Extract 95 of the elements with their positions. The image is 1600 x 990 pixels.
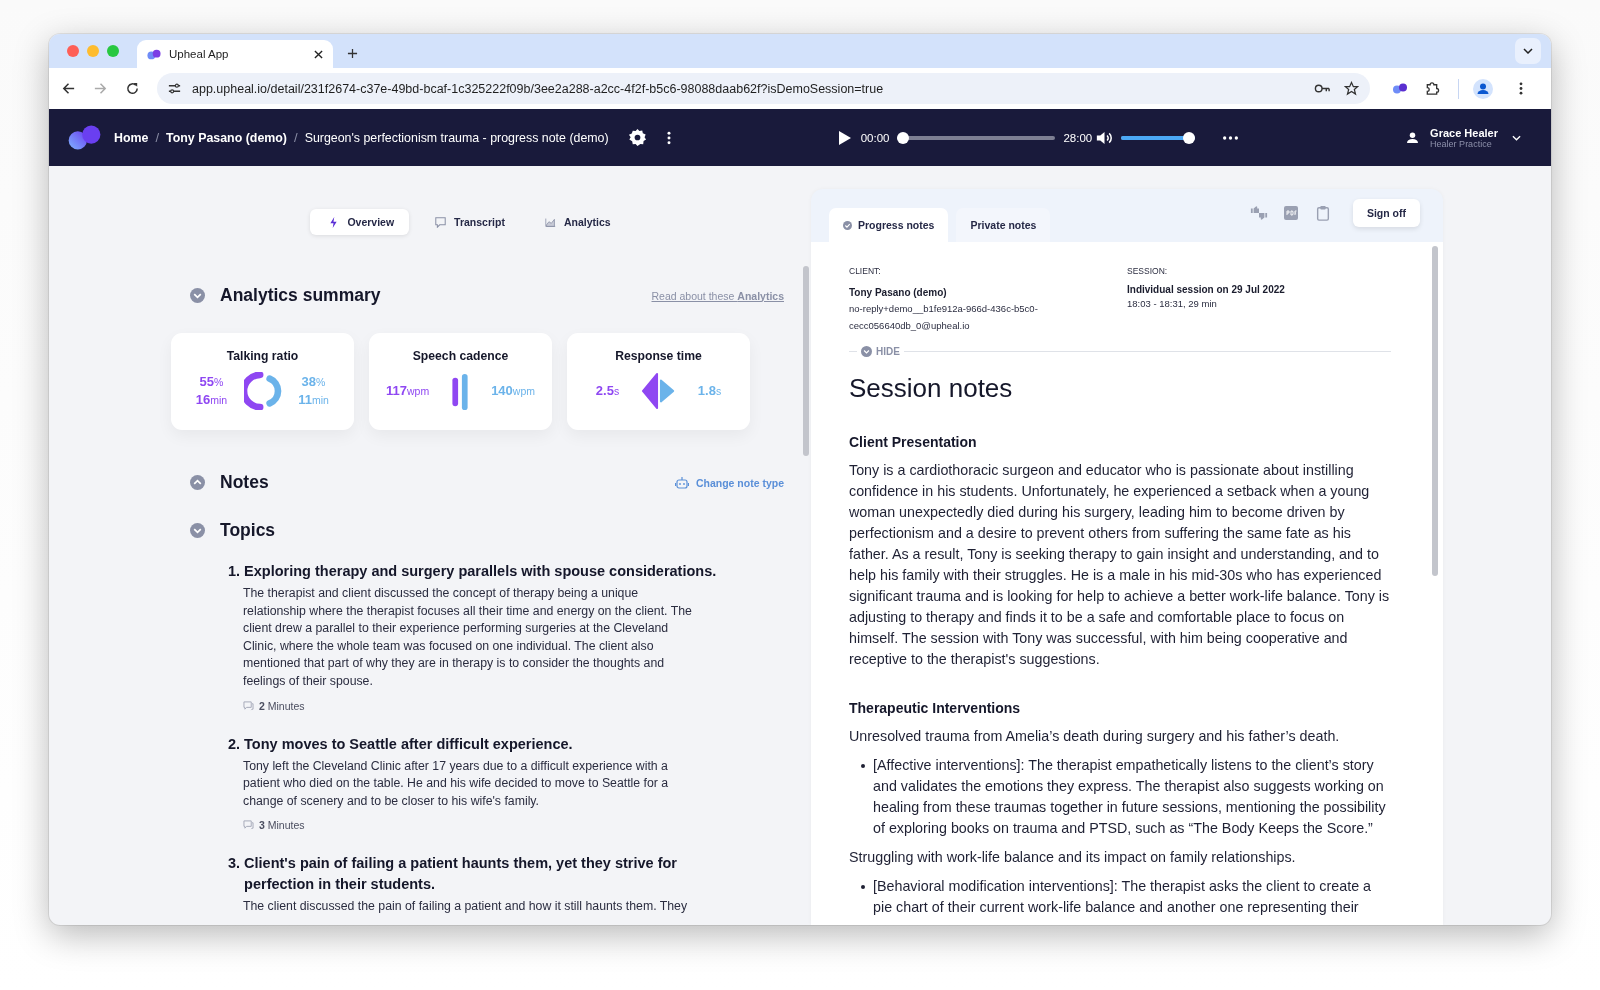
card-title: Talking ratio [226,349,299,363]
card-title: Speech cadence [412,349,509,363]
note-bullet: [Behavioral modification interventions]: The therapist asks the client to create a pie chart of their current work-life balance and another one representing their [873,877,1372,917]
topic-summary: Tony left the Cleveland Clinic after 17 years due to a difficult experience with a patient who died on the table. He and his wife decided to move to Seattle for a change of scenery and to be closer to his wife's family. [243,757,670,810]
section-heading: Client Presentation [849,434,978,450]
stat-value: 16min [195,391,228,409]
total-time: 28:00 [1063,131,1093,144]
topic-number: 2. [228,734,241,754]
more-icon[interactable] [1223,135,1239,140]
view-tab[interactable]: Analytics [530,209,625,235]
donut-drawing [243,372,282,410]
section-title: Topics [220,520,276,541]
field-label: CLIENT: [849,266,882,276]
robot-icon [674,475,689,490]
stat-value: 55% [199,373,224,391]
card-title: Response time [615,349,702,363]
browser-tab[interactable]: Upheal App [137,40,333,68]
notes-tab[interactable]: Progress notes [829,208,949,242]
view-tab[interactable]: Overview [310,209,410,235]
note-bullet: [Affective interventions]: The therapist empathetically listens to the client’s story and validates the emotions they express. The therapist also suggests working on healing from these traumas together in future sessions, mentioning the possibility of exploring books on trauma and PTSD, such as “The Body Keeps the Score.” [873,756,1387,838]
topic-duration: 2 Minutes [259,699,305,712]
stat-value: 2.5s [595,382,620,400]
volume-slider[interactable] [1121,131,1196,144]
chat-icon [243,820,254,831]
section-heading: Therapeutic Interventions [849,700,1022,716]
collapse-icon[interactable] [190,288,205,303]
session-time: 18:03 - 18:31, 29 min [1127,298,1218,309]
chat-icon [243,700,254,711]
note-paragraph: Tony is a cardiothoracic surgeon and educator who is passionate about instilling confidence in his students. Unfortunately, he experienced a setback when a young woman unexpectedly died during his surgery, leading him to become driven by perfectionism and a desire to prevent others from suffering the same fate as his father. As a result, Tony is seeking therapy to gain insight and understanding, and to help his family with their struggles. He is a male in his mid-30s who has experienced significant trauma and is looking for help to achieve a better work-life balance. Tony is adjusting to therapy and finds it to be a safe and comfortable place to focus on himself. The session with Tony was successful, with him being cooperative and receptive to the therapist's suggestions. [849,461,1391,669]
logo-icon [147,48,161,60]
topic-number: 3. [228,854,241,874]
collapse-icon[interactable] [190,523,205,538]
breadcrumb-link[interactable]: Tony Pasano (demo) [166,130,287,145]
topic-summary: The therapist and client discussed the concept of therapy being a unique relationship where the therapist focuses all their time and energy on the client. The client drew a parallel to their experience performing surgeries at the Cleveland Clinic, where the whole team was focused on one individual. The client also mentioned that part of why they are in therapy is to consider the thoughts and feelings of their spouse. [243,585,693,690]
session-title: Individual session on 29 Jul 2022 [1127,284,1286,295]
section-title: Notes [220,472,269,493]
note-paragraph: Struggling with work-life balance and its impact on family relationships. [849,848,1297,867]
breadcrumb-link[interactable]: Home [114,130,149,145]
thumbs-icon[interactable] [1249,204,1268,221]
stat-value: 140wpm [491,382,535,400]
topic-summary: The client discussed the pain of failing a patient and how it still haunts them. They [243,898,689,916]
chevron-down-icon[interactable] [1512,134,1521,141]
topic-duration: 3 Minutes [259,819,305,832]
stat-value: 117wpm [386,382,430,400]
chevron-down-icon [1523,48,1533,54]
puzzle-icon[interactable] [1424,81,1440,96]
tab-search-button[interactable] [1515,38,1541,64]
breadcrumb-separator: / [294,130,298,145]
current-time: 00:00 [860,131,890,144]
stat-value: 38% [301,373,326,391]
chevron-down-icon [861,346,872,357]
user-role: Healer Practice [1430,138,1493,149]
bullet-icon [861,885,865,889]
user-icon [1407,132,1419,143]
back-icon[interactable] [61,81,76,96]
notes-title: Session notes [849,373,1014,404]
stat-value: 11min [298,391,329,409]
chart-icon [544,216,556,228]
volume-icon[interactable] [1096,130,1114,145]
user-name[interactable]: Grace Healer [1430,126,1498,139]
extension-icon[interactable] [1392,81,1408,96]
client-email: no-reply+demo__b1fe912a-966d-436c-b5c0-cecc056640db_0@upheal.io [849,302,1039,333]
collapse-icon[interactable] [190,475,205,490]
profile-icon[interactable] [1473,78,1493,99]
bullet-icon [861,764,865,768]
notes-tab[interactable]: Private notes [956,208,1051,242]
client-name: Tony Pasano (demo) [849,287,948,298]
new-tab-icon[interactable] [347,48,358,59]
star-icon[interactable] [1343,81,1360,96]
more-icon[interactable] [666,130,671,145]
scrollbar[interactable] [803,266,811,456]
note-paragraph: Unresolved trauma from Amelia’s death during surgery and his father’s death. [849,727,1341,746]
breadcrumb-link[interactable]: Surgeon's perfectionism trauma - progress note (demo) [304,130,609,145]
topic-title: Tony moves to Seattle after difficult experience. [244,734,574,754]
section-title: Analytics summary [220,285,381,306]
address-bar[interactable]: app.upheal.io/detail/231f2674-c37e-49bd-bcaf-1c325222f09b/3ee2a288-a2cc-4f2f-b5c6-98088daab62f?isDemoSession=true [157,73,1370,104]
field-label: SESSION: [1127,266,1169,276]
breadcrumb-separator: / [155,130,160,145]
play-icon[interactable] [837,129,852,146]
check-icon [843,220,852,230]
close-icon[interactable] [314,49,323,59]
topic-number: 1. [228,562,241,581]
progress-slider[interactable] [897,131,1056,144]
site-settings-icon[interactable] [167,81,182,96]
slider-thumb[interactable] [1183,131,1196,144]
sign-off-button[interactable]: Sign off [1352,198,1420,227]
topic-title: Client's pain of failing a patient haunts them, yet they strive for perfection in their students. [244,854,678,895]
chat-icon [435,216,447,228]
view-tab[interactable]: Transcript [421,209,519,235]
reload-icon[interactable] [125,81,140,96]
logo-icon[interactable] [68,125,103,150]
slider-thumb[interactable] [897,131,910,144]
stat-value: 1.8s [697,382,722,400]
settings-icon[interactable] [627,128,647,147]
topic-title: Exploring therapy and surgery parallels with spouse considerations. [244,562,718,581]
